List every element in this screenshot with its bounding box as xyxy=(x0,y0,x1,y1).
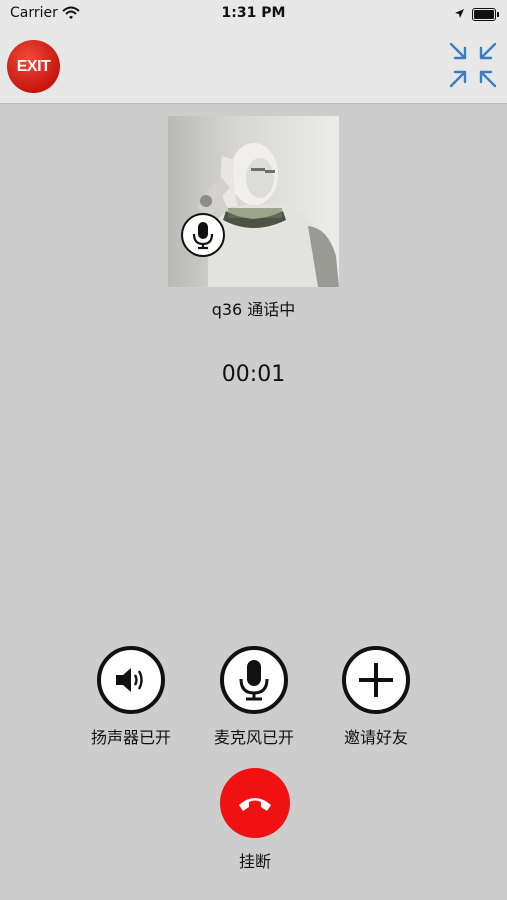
phone-hangup-icon[interactable] xyxy=(220,768,290,838)
minimize-icon[interactable] xyxy=(447,40,499,90)
speaker-button[interactable]: 扬声器已开 xyxy=(76,646,186,756)
battery-icon xyxy=(472,8,499,21)
mic-button[interactable]: 麦克风已开 xyxy=(199,646,309,756)
caller-avatar xyxy=(168,116,339,287)
hangup-label: 挂断 xyxy=(238,852,271,871)
plus-icon[interactable] xyxy=(342,646,410,714)
location-icon xyxy=(454,7,465,23)
exit-label: EXIT xyxy=(16,57,51,75)
invite-label: 邀请好友 xyxy=(343,728,408,747)
mic-label: 麦克风已开 xyxy=(213,728,294,747)
exit-button[interactable]: EXIT xyxy=(7,40,60,93)
call-timer: 00:01 xyxy=(221,362,286,387)
status-time: 1:31 PM xyxy=(221,5,286,21)
nav-bar: EXIT xyxy=(0,28,507,104)
hangup-button[interactable]: 挂断 xyxy=(200,768,310,872)
invite-button[interactable]: 邀请好友 xyxy=(321,646,431,756)
avatar-mic-icon xyxy=(181,213,225,257)
speaker-label: 扬声器已开 xyxy=(90,728,171,747)
mic-icon[interactable] xyxy=(220,646,288,714)
speaker-icon[interactable] xyxy=(97,646,165,714)
caller-status: q36 通话中 xyxy=(211,300,296,319)
status-bar: Carrier 1:31 PM xyxy=(0,0,507,28)
